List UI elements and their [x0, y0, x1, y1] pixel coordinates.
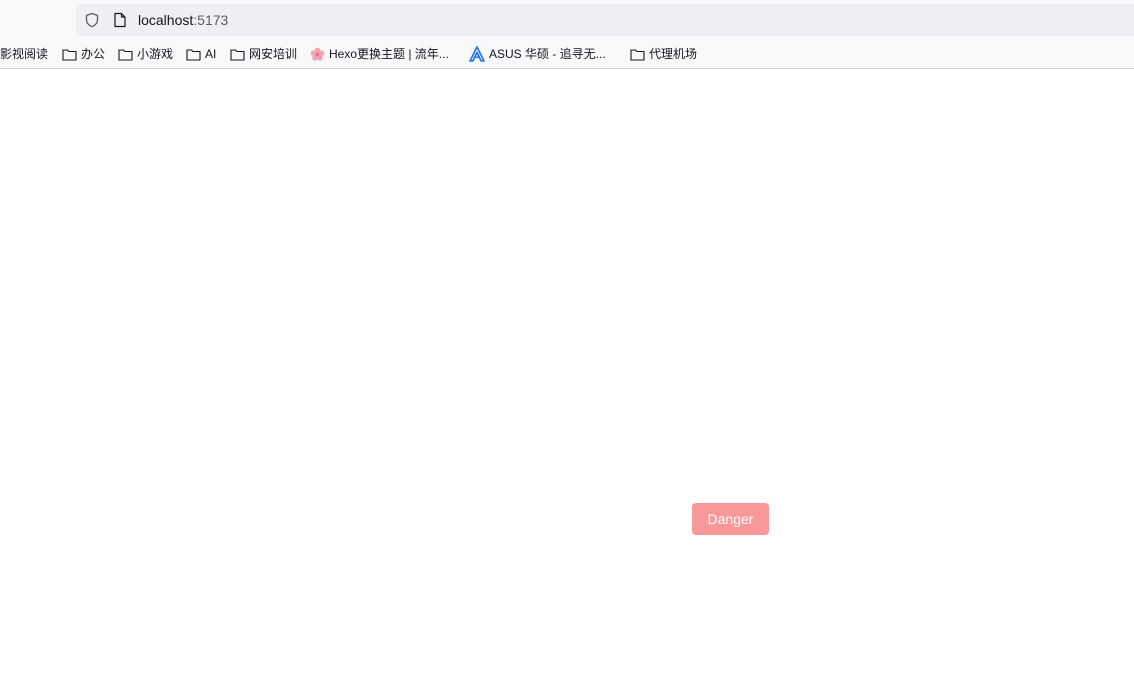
folder-icon	[186, 48, 201, 61]
bookmark-folder[interactable]: 网安培训	[230, 44, 297, 64]
bookmark-folder[interactable]: 小游戏	[118, 44, 173, 64]
bookmark-label: 小游戏	[137, 47, 174, 61]
folder-icon	[630, 48, 645, 61]
folder-icon	[230, 48, 245, 61]
bookmark-label: 影视阅读	[0, 47, 49, 61]
tracking-protection-shield-icon[interactable]	[84, 12, 100, 28]
folder-icon	[62, 48, 77, 61]
url-host: localhost	[138, 12, 194, 28]
bookmark-label: 办公	[81, 47, 106, 61]
danger-button[interactable]: Danger	[692, 503, 769, 535]
bookmark-folder[interactable]: AI	[186, 44, 216, 64]
bookmark-folder[interactable]: 代理机场	[630, 44, 697, 64]
url-port: :5173	[193, 12, 229, 28]
asus-logo-icon	[469, 46, 485, 62]
browser-chrome: localhost:5173 影视阅读 办公 小游戏 AI 网安培训 Hexo更…	[0, 0, 1134, 69]
sakura-flower-icon	[310, 47, 325, 61]
url-text[interactable]: localhost:5173	[138, 11, 228, 29]
bookmark-label: 代理机场	[649, 47, 698, 61]
address-bar[interactable]: localhost:5173	[76, 4, 1134, 36]
bookmark-item[interactable]: 影视阅读	[0, 44, 48, 64]
bookmark-item[interactable]: ASUS 华硕 - 追寻无...	[469, 44, 606, 64]
bookmark-folder[interactable]: 办公	[62, 44, 105, 64]
bookmark-label: Hexo更换主题 | 流年...	[329, 47, 449, 61]
bookmarks-toolbar: 影视阅读 办公 小游戏 AI 网安培训 Hexo更换主题 | 流年... ASU…	[0, 44, 1134, 64]
page-info-icon[interactable]	[113, 12, 127, 28]
bookmark-item[interactable]: Hexo更换主题 | 流年...	[310, 44, 449, 64]
bookmark-label: ASUS 华硕 - 追寻无...	[489, 47, 606, 61]
bookmark-label: 网安培训	[249, 47, 298, 61]
bookmark-label: AI	[205, 47, 217, 61]
folder-icon	[118, 48, 133, 61]
